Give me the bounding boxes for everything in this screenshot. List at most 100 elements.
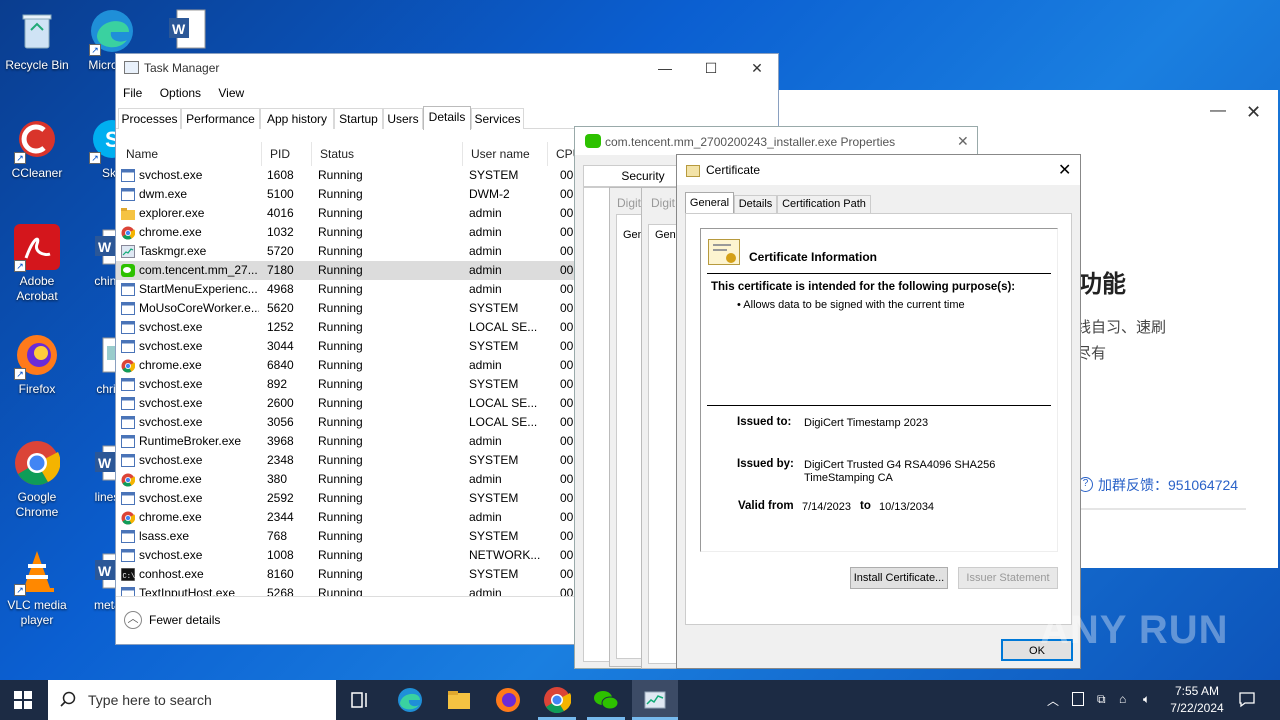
desktop-icon-ccleaner[interactable]: ↗ CCleaner bbox=[1, 116, 73, 181]
issued-to-value: DigiCert Timestamp 2023 bbox=[804, 417, 929, 429]
network-icon[interactable]: ⌂ bbox=[1119, 692, 1126, 706]
close-button[interactable]: ✕ bbox=[957, 133, 969, 150]
column-header-user-name[interactable]: User name bbox=[463, 142, 548, 166]
title-bar[interactable]: com.tencent.mm_2700200243_installer.exe … bbox=[575, 127, 977, 155]
tab-users[interactable]: Users bbox=[383, 108, 423, 129]
tab-certification-path[interactable]: Certification Path bbox=[777, 195, 871, 214]
process-name: explorer.exe bbox=[139, 206, 205, 220]
process-pid: 2348 bbox=[267, 453, 294, 467]
table-row[interactable]: TextInputHost.exe 5268 Running admin 00 bbox=[116, 584, 576, 596]
chevron-up-icon[interactable]: ︿ bbox=[1047, 692, 1059, 709]
process-pid: 4016 bbox=[267, 206, 294, 220]
notification-icon[interactable] bbox=[1238, 690, 1256, 708]
tab-general[interactable]: General bbox=[685, 192, 734, 214]
close-button[interactable]: ✕ bbox=[1058, 160, 1071, 180]
install-certificate-button[interactable]: Install Certificate... bbox=[850, 567, 948, 589]
desktop-icon-word-doc[interactable]: W bbox=[150, 8, 222, 58]
desktop-icon-vlc[interactable]: ↗ VLC media player bbox=[1, 548, 73, 628]
desktop-icon-acrobat[interactable]: ↗ Adobe Acrobat bbox=[1, 224, 73, 304]
tab-startup[interactable]: Startup bbox=[334, 108, 383, 129]
maximize-button[interactable]: ☐ bbox=[688, 54, 734, 82]
table-row[interactable]: MoUsoCoreWorker.e... 5620 Running SYSTEM 00 bbox=[116, 299, 576, 318]
table-row[interactable]: StartMenuExperienc... 4968 Running admin 00 bbox=[116, 280, 576, 299]
process-status: Running bbox=[318, 510, 363, 524]
table-row[interactable]: svchost.exe 2348 Running SYSTEM 00 bbox=[116, 451, 576, 470]
tab-processes[interactable]: Processes bbox=[118, 108, 181, 129]
task-view-icon[interactable] bbox=[346, 686, 374, 714]
search-icon bbox=[60, 691, 76, 707]
svg-text:W: W bbox=[98, 239, 112, 255]
process-pid: 768 bbox=[267, 529, 288, 543]
close-button[interactable]: ✕ bbox=[1246, 102, 1261, 123]
table-row[interactable]: lsass.exe 768 Running SYSTEM 00 bbox=[116, 527, 576, 546]
table-row[interactable]: svchost.exe 1008 Running NETWORK... 00 bbox=[116, 546, 576, 565]
tab-app-history[interactable]: App history bbox=[260, 108, 334, 129]
desktop-icon-chrome[interactable]: Google Chrome bbox=[1, 440, 73, 520]
desktop-icon-firefox[interactable]: ↗ Firefox bbox=[1, 332, 73, 397]
tab-services[interactable]: Services bbox=[471, 108, 524, 129]
table-row[interactable]: C:\ conhost.exe 8160 Running SYSTEM 00 bbox=[116, 565, 576, 584]
process-list[interactable]: svchost.exe 1608 Running SYSTEM 00 dwm.exe 510… bbox=[116, 166, 576, 596]
feature-title: 功能 bbox=[1078, 271, 1126, 298]
table-row[interactable]: svchost.exe 3044 Running SYSTEM 00 bbox=[116, 337, 576, 356]
minimize-button[interactable]: — bbox=[1210, 102, 1226, 120]
process-name: svchost.exe bbox=[139, 339, 203, 353]
table-row[interactable]: com.tencent.mm_27... 7180 Running admin 00 bbox=[116, 261, 576, 280]
process-svc-icon bbox=[121, 435, 135, 448]
table-row[interactable]: dwm.exe 5100 Running DWM-2 00 bbox=[116, 185, 576, 204]
taskmgr-taskbar-button[interactable] bbox=[632, 680, 678, 720]
process-name: svchost.exe bbox=[139, 415, 203, 429]
file-explorer-icon[interactable] bbox=[445, 686, 473, 714]
table-row[interactable]: chrome.exe 2344 Running admin 00 bbox=[116, 508, 576, 527]
table-row[interactable]: explorer.exe 4016 Running admin 00 bbox=[116, 204, 576, 223]
tab-details[interactable]: Details bbox=[734, 195, 777, 214]
process-console-icon: C:\ bbox=[120, 567, 136, 582]
chrome-icon[interactable] bbox=[543, 686, 572, 714]
process-status: Running bbox=[318, 206, 363, 220]
svg-text:W: W bbox=[98, 455, 112, 471]
menu-options[interactable]: Options bbox=[160, 86, 201, 100]
windows-start-icon[interactable] bbox=[14, 691, 32, 709]
chevron-up-icon[interactable]: ︿ bbox=[124, 611, 142, 629]
volume-icon[interactable]: 🔈︎ bbox=[1143, 692, 1150, 707]
table-row[interactable]: svchost.exe 1252 Running LOCAL SE... 00 bbox=[116, 318, 576, 337]
network-adapter-icon[interactable]: ⧉ bbox=[1097, 692, 1106, 707]
title-bar[interactable]: Task Manager — ☐ ✕ bbox=[116, 54, 778, 82]
close-button[interactable]: ✕ bbox=[734, 54, 780, 82]
table-row[interactable]: svchost.exe 3056 Running LOCAL SE... 00 bbox=[116, 413, 576, 432]
wechat-icon[interactable] bbox=[592, 686, 620, 714]
tab-details[interactable]: Details bbox=[423, 106, 471, 130]
process-status: Running bbox=[318, 187, 363, 201]
clock-time[interactable]: 7:55 AM bbox=[1166, 684, 1228, 698]
desktop-icon-recycle-bin[interactable]: Recycle Bin bbox=[1, 8, 73, 73]
tab-performance[interactable]: Performance bbox=[181, 108, 260, 129]
clock-date[interactable]: 7/22/2024 bbox=[1162, 701, 1232, 715]
table-row[interactable]: svchost.exe 2592 Running SYSTEM 00 bbox=[116, 489, 576, 508]
table-row[interactable]: svchost.exe 892 Running SYSTEM 00 bbox=[116, 375, 576, 394]
process-user: admin bbox=[469, 282, 502, 296]
feedback-link[interactable]: 加群反馈：951064724 bbox=[1098, 475, 1238, 495]
process-name: dwm.exe bbox=[139, 187, 188, 201]
menu-view[interactable]: View bbox=[218, 86, 244, 100]
fewer-details-link[interactable]: Fewer details bbox=[149, 613, 220, 627]
menu-file[interactable]: File bbox=[123, 86, 142, 100]
table-row[interactable]: chrome.exe 6840 Running admin 00 bbox=[116, 356, 576, 375]
table-row[interactable]: svchost.exe 2600 Running LOCAL SE... 00 bbox=[116, 394, 576, 413]
search-box[interactable]: Type here to search bbox=[48, 680, 336, 720]
title-bar[interactable]: Certificate ✕ bbox=[677, 155, 1080, 185]
process-pid: 6840 bbox=[267, 358, 294, 372]
process-status: Running bbox=[318, 339, 363, 353]
table-row[interactable]: Taskmgr.exe 5720 Running admin 00 bbox=[116, 242, 576, 261]
column-header-name[interactable]: Name bbox=[118, 142, 262, 166]
firefox-icon[interactable] bbox=[494, 686, 522, 714]
certificate-general-panel: Certificate Information This certificate… bbox=[685, 213, 1072, 625]
table-row[interactable]: RuntimeBroker.exe 3968 Running admin 00 bbox=[116, 432, 576, 451]
minimize-button[interactable]: — bbox=[642, 54, 688, 82]
table-row[interactable]: chrome.exe 1032 Running admin 00 bbox=[116, 223, 576, 242]
table-row[interactable]: svchost.exe 1608 Running SYSTEM 00 bbox=[116, 166, 576, 185]
edge-icon[interactable] bbox=[396, 686, 424, 714]
tablet-icon[interactable] bbox=[1072, 692, 1084, 706]
column-header-status[interactable]: Status bbox=[312, 142, 463, 166]
column-header-pid[interactable]: PID bbox=[262, 142, 312, 166]
table-row[interactable]: chrome.exe 380 Running admin 00 bbox=[116, 470, 576, 489]
